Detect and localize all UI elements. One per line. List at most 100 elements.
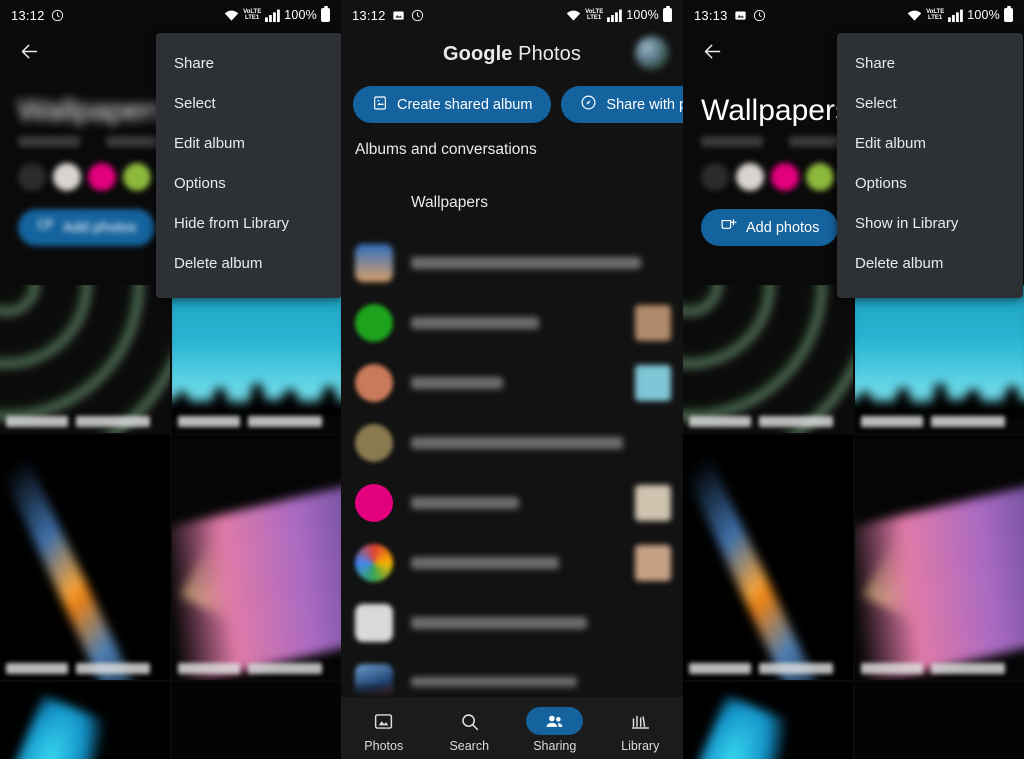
- menu-item-hide-from-library[interactable]: Hide from Library: [156, 204, 341, 244]
- bottom-navigation: Photos Search Sharing Library: [341, 697, 683, 759]
- nav-item-search[interactable]: Search: [431, 707, 507, 753]
- battery-percent: 100%: [626, 8, 659, 22]
- photo-thumbnail: [683, 682, 853, 759]
- photo-grid-right: [683, 285, 1024, 759]
- photo-tile[interactable]: [854, 435, 1024, 680]
- list-item[interactable]: Wallpapers: [341, 173, 683, 233]
- photo-tile[interactable]: [683, 435, 853, 680]
- status-time: 13:12: [352, 7, 386, 23]
- avatar: [736, 163, 764, 191]
- list-item-label: [411, 257, 641, 269]
- photo-thumbnail: [683, 285, 853, 433]
- list-item[interactable]: [341, 413, 683, 473]
- list-item[interactable]: [341, 293, 683, 353]
- overflow-menu-right[interactable]: Share Select Edit album Options Show in …: [837, 33, 1023, 298]
- create-shared-album-label: Create shared album: [397, 96, 533, 113]
- list-item-label: [411, 617, 587, 629]
- list-item[interactable]: [341, 593, 683, 653]
- signal-bars-icon: [607, 9, 623, 22]
- back-arrow-icon[interactable]: [12, 34, 46, 68]
- list-item-label: [411, 557, 559, 569]
- add-photos-button[interactable]: Add photos: [701, 209, 839, 246]
- account-avatar[interactable]: [635, 36, 669, 70]
- status-bar-right-group: VoLTE LTE1 100%: [566, 6, 672, 22]
- contact-avatar: [355, 424, 393, 462]
- list-item[interactable]: [341, 353, 683, 413]
- photo-thumbnail: [854, 285, 1024, 433]
- menu-item-options[interactable]: Options: [837, 164, 1023, 204]
- add-photo-icon: [720, 217, 737, 238]
- library-icon: [612, 707, 669, 735]
- photo-tile[interactable]: [0, 682, 170, 759]
- photo-labels: [177, 663, 322, 674]
- album-icon: [372, 95, 388, 115]
- album-thumbnail: [355, 604, 393, 642]
- scroll-fade: [341, 681, 683, 697]
- photo-tile[interactable]: [854, 682, 1024, 759]
- photo-thumbnail: [171, 435, 341, 680]
- status-bar-left-group: 13:13: [694, 8, 766, 23]
- photo-tile[interactable]: [0, 435, 170, 680]
- nav-label: Sharing: [533, 739, 577, 753]
- avatar: [806, 163, 834, 191]
- menu-item-edit-album[interactable]: Edit album: [837, 124, 1023, 164]
- photo-labels: [689, 416, 833, 427]
- list-item[interactable]: [341, 473, 683, 533]
- list-item-label: [411, 437, 623, 449]
- photo-tile[interactable]: [0, 285, 170, 433]
- signal-bars-icon: [265, 9, 281, 22]
- partner-share-icon: [580, 94, 597, 115]
- section-heading: Albums and conversations: [355, 141, 537, 158]
- share-with-partner-button[interactable]: Share with partner: [561, 86, 683, 123]
- add-photo-icon: [37, 217, 54, 238]
- back-arrow-icon[interactable]: [695, 34, 729, 68]
- menu-item-options[interactable]: Options: [156, 164, 341, 204]
- battery-icon: [663, 6, 672, 22]
- menu-item-select[interactable]: Select: [156, 84, 341, 124]
- status-time: 13:13: [694, 7, 728, 23]
- status-bar-right: 13:13 VoLTE LTE1 100%: [683, 0, 1024, 30]
- menu-item-delete-album[interactable]: Delete album: [837, 244, 1023, 284]
- add-photos-button[interactable]: Add photos: [18, 209, 156, 246]
- photo-labels: [177, 416, 322, 427]
- list-item-label: Wallpapers: [411, 194, 488, 211]
- photo-tile[interactable]: [171, 682, 341, 759]
- screen-album-hide: 13:12 VoLTE LTE1 100% Wallpapers Add pho…: [0, 0, 341, 759]
- menu-item-edit-album[interactable]: Edit album: [156, 124, 341, 164]
- recent-media-thumbnail: [635, 305, 671, 341]
- create-shared-album-button[interactable]: Create shared album: [353, 86, 552, 123]
- list-item[interactable]: [341, 233, 683, 293]
- alarm-clock-icon: [411, 9, 424, 22]
- photo-tile[interactable]: [683, 285, 853, 433]
- photo-tile[interactable]: [171, 285, 341, 433]
- list-item-label: [411, 317, 539, 329]
- contact-avatar: [355, 304, 393, 342]
- contact-avatar: [355, 544, 393, 582]
- list-item[interactable]: [341, 533, 683, 593]
- menu-item-select[interactable]: Select: [837, 84, 1023, 124]
- menu-item-delete-album[interactable]: Delete album: [156, 244, 341, 284]
- menu-item-show-in-library[interactable]: Show in Library: [837, 204, 1023, 244]
- nav-item-sharing[interactable]: Sharing: [517, 707, 593, 753]
- sharing-icon: [526, 707, 584, 735]
- photo-tile[interactable]: [854, 285, 1024, 433]
- battery-icon: [321, 6, 330, 22]
- menu-item-share[interactable]: Share: [837, 44, 1023, 84]
- photo-thumbnail: [171, 285, 341, 433]
- nav-item-library[interactable]: Library: [602, 707, 678, 753]
- menu-item-share[interactable]: Share: [156, 44, 341, 84]
- overflow-menu-left[interactable]: Share Select Edit album Options Hide fro…: [156, 33, 341, 298]
- add-photos-label: Add photos: [63, 219, 137, 236]
- wifi-icon: [566, 9, 581, 22]
- photo-tile[interactable]: [171, 435, 341, 680]
- photo-thumbnail: [854, 435, 1024, 680]
- wifi-icon: [907, 9, 922, 22]
- photo-labels: [6, 416, 150, 427]
- avatar: [53, 163, 81, 191]
- nav-item-photos[interactable]: Photos: [346, 707, 422, 753]
- photo-tile[interactable]: [683, 682, 853, 759]
- avatar: [123, 163, 151, 191]
- volte-icon: VoLTE LTE1: [926, 9, 945, 21]
- photos-icon: [355, 707, 412, 735]
- photo-labels: [860, 416, 1005, 427]
